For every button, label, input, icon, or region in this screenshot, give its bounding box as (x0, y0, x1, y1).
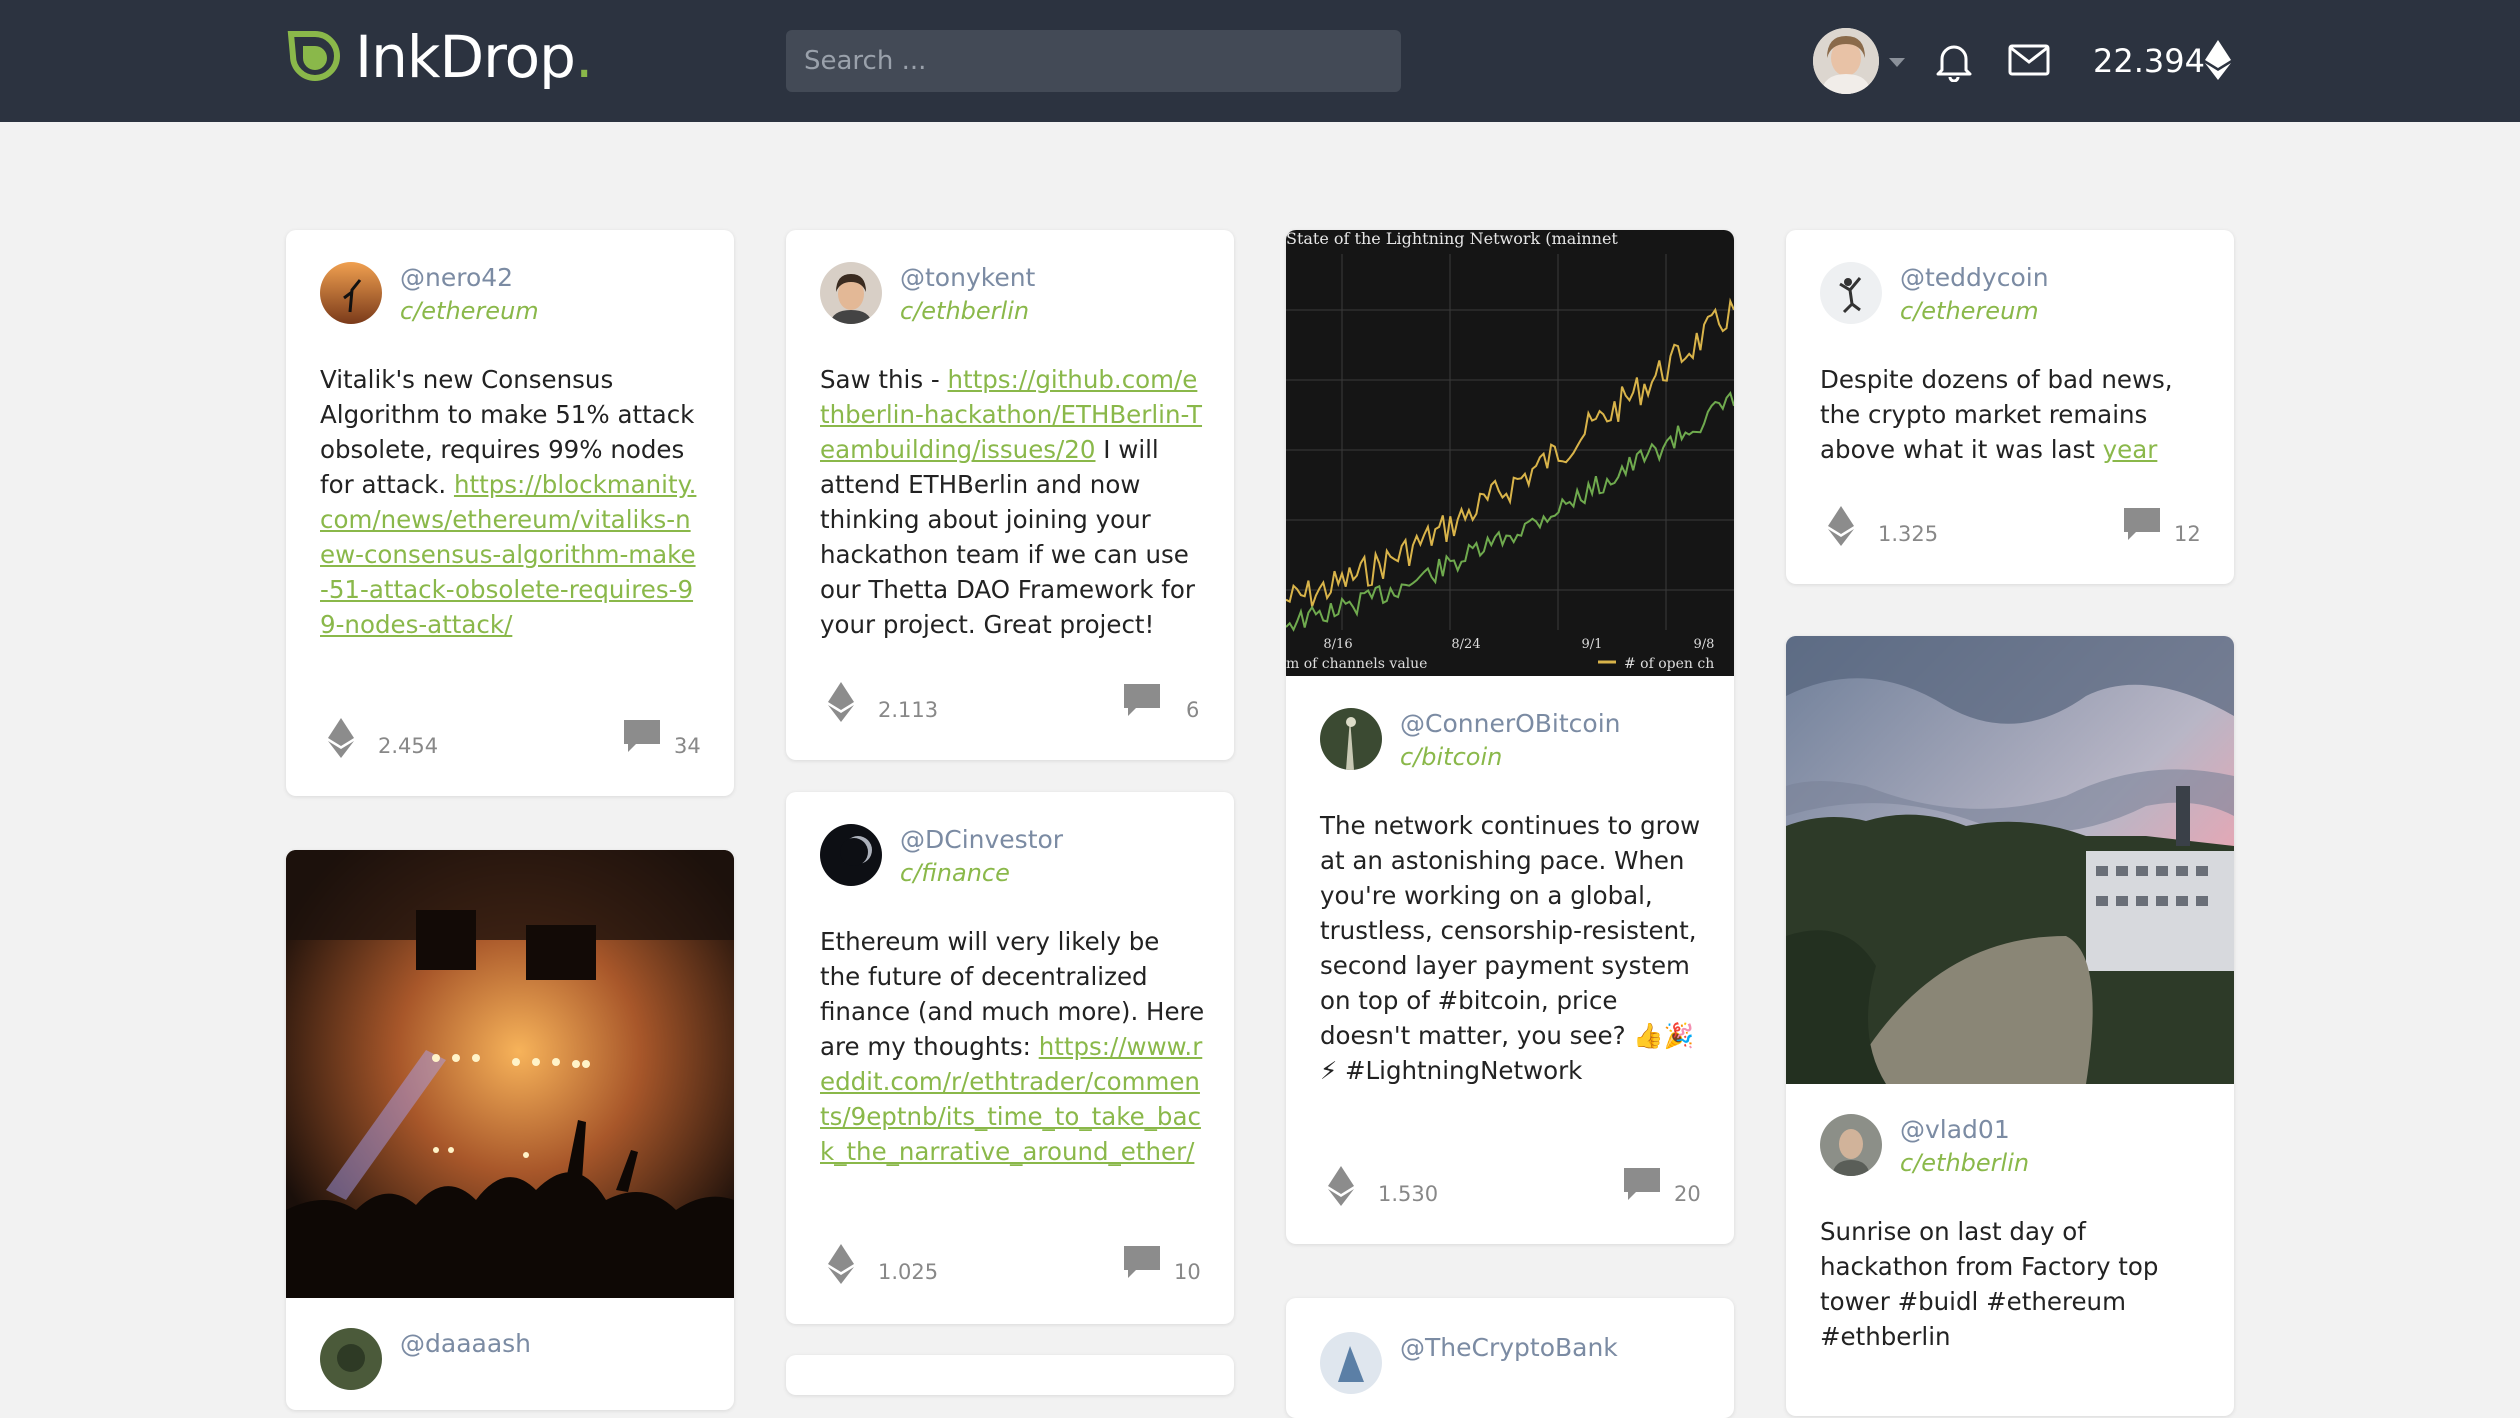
ethereum-vote-icon[interactable] (828, 1244, 854, 1284)
post-author[interactable]: @ConnerOBitcoin c/bitcoin (1320, 708, 1621, 774)
author-handle[interactable]: @TheCryptoBank (1400, 1332, 1618, 1364)
post-footer: 2.454 34 (328, 718, 701, 758)
bell-icon[interactable] (1934, 40, 1974, 82)
caret-down-icon[interactable] (1889, 58, 1905, 67)
post-author[interactable]: @DCinvestor c/finance (820, 824, 1063, 890)
community-link[interactable]: c/ethereum (400, 294, 539, 328)
community-link[interactable]: c/ethereum (1900, 294, 2049, 328)
logo-text: InkDrop (355, 23, 576, 91)
ethereum-vote-icon[interactable] (328, 718, 354, 758)
author-avatar[interactable] (1820, 1114, 1882, 1176)
author-avatar[interactable] (320, 1328, 382, 1390)
comment-icon[interactable] (1122, 1244, 1162, 1280)
top-navigation-bar: InkDrop. 22.394 (0, 0, 2520, 122)
author-avatar[interactable] (1320, 1332, 1382, 1394)
community-link[interactable]: c/finance (900, 856, 1063, 890)
logo-drop-icon (287, 31, 340, 81)
author-avatar[interactable] (1820, 262, 1882, 324)
ethereum-icon (2205, 40, 2231, 80)
comment-count: 10 (1174, 1260, 1201, 1284)
post-text: Sunrise on last day of hackathon from Fa… (1820, 1217, 2159, 1351)
comment-count: 20 (1674, 1182, 1701, 1206)
post-card[interactable]: State of the Lightning Network (mainnet … (1286, 230, 1734, 1244)
post-card[interactable]: @TheCryptoBank (1286, 1298, 1734, 1418)
vote-count: 2.454 (378, 734, 439, 758)
post-card[interactable]: @DCinvestor c/finance Ethereum will very… (786, 792, 1234, 1324)
post-author[interactable]: @daaaash (320, 1328, 531, 1390)
author-avatar[interactable] (820, 824, 882, 886)
post-author[interactable]: @vlad01 c/ethberlin (1820, 1114, 2029, 1180)
comment-icon[interactable] (2122, 506, 2162, 542)
sunrise-photo[interactable] (1786, 636, 2234, 1084)
ethereum-vote-icon[interactable] (1828, 506, 1854, 546)
post-author[interactable]: @TheCryptoBank (1320, 1332, 1618, 1394)
logo-dot: . (575, 23, 593, 91)
post-text: Vitalik's new Consensus Algorithm to mak… (320, 365, 697, 639)
comment-icon[interactable] (1622, 1166, 1662, 1202)
post-text: Despite dozens of bad news, the crypto m… (1820, 365, 2173, 464)
post-footer: 2.113 6 (828, 682, 1200, 722)
comment-count: 6 (1186, 698, 1200, 722)
community-link[interactable]: c/bitcoin (1400, 740, 1621, 774)
post-card[interactable]: @vlad01 c/ethberlin Sunrise on last day … (1786, 636, 2234, 1416)
post-card[interactable] (786, 1355, 1234, 1395)
chart-tick-label: 8/24 (1451, 637, 1480, 652)
legend-label-value: m of channels value (1286, 656, 1427, 672)
post-text: Ethereum will very likely be the future … (820, 927, 1205, 1166)
post-card[interactable]: @daaaash (286, 850, 734, 1410)
chart-tick-label: 8/16 (1323, 637, 1352, 652)
author-handle[interactable]: @teddycoin (1900, 262, 2049, 294)
vote-count: 1.025 (878, 1260, 939, 1284)
inkdrop-logo[interactable]: InkDrop. (283, 28, 593, 86)
community-link[interactable]: c/ethberlin (1900, 1146, 2029, 1180)
author-handle[interactable]: @tonykent (900, 262, 1035, 294)
post-card[interactable]: @teddycoin c/ethereum Despite dozens of … (1786, 230, 2234, 584)
author-avatar[interactable] (1320, 708, 1382, 770)
post-card[interactable]: @tonykent c/ethberlin Saw this - https:/… (786, 230, 1234, 760)
post-link[interactable]: year (2103, 435, 2158, 464)
post-footer: 1.025 10 (828, 1244, 1201, 1284)
community-link[interactable]: c/ethberlin (900, 294, 1035, 328)
post-text: Saw this - https://github.com/ethberlin-… (820, 365, 1203, 639)
concert-photo[interactable] (286, 850, 734, 1298)
mail-icon[interactable] (2008, 44, 2050, 76)
legend-label-channels: # of open ch (1624, 656, 1714, 672)
comment-icon[interactable] (1122, 682, 1162, 718)
post-author[interactable]: @nero42 c/ethereum (320, 262, 539, 328)
chart-title: State of the Lightning Network (mainnet (1286, 230, 1618, 248)
avatar-image (1813, 28, 1879, 94)
author-avatar[interactable] (820, 262, 882, 324)
post-text: The network continues to grow at an asto… (1320, 811, 1701, 1085)
vote-count: 1.530 (1378, 1182, 1439, 1206)
comment-count: 12 (2174, 522, 2201, 546)
chart-tick-label: 9/8 (1694, 637, 1715, 652)
author-handle[interactable]: @ConnerOBitcoin (1400, 708, 1621, 740)
post-footer: 1.325 12 (1828, 506, 2201, 546)
comment-icon[interactable] (622, 718, 662, 754)
ethereum-vote-icon[interactable] (1328, 1166, 1354, 1206)
author-handle[interactable]: @vlad01 (1900, 1114, 2029, 1146)
post-author[interactable]: @teddycoin c/ethereum (1820, 262, 2049, 328)
user-avatar[interactable] (1813, 28, 1879, 94)
author-handle[interactable]: @DCinvestor (900, 824, 1063, 856)
post-card[interactable]: @nero42 c/ethereum Vitalik's new Consens… (286, 230, 734, 796)
ethereum-vote-icon[interactable] (828, 682, 854, 722)
comment-count: 34 (674, 734, 701, 758)
author-avatar[interactable] (320, 262, 382, 324)
vote-count: 2.113 (878, 698, 939, 722)
chart-tick-label: 9/1 (1582, 637, 1603, 652)
wallet-balance[interactable]: 22.394 (2093, 42, 2205, 80)
post-footer: 1.530 20 (1328, 1166, 1701, 1206)
lightning-network-chart[interactable]: State of the Lightning Network (mainnet … (1286, 230, 1734, 676)
vote-count: 1.325 (1878, 522, 1939, 546)
search-input[interactable] (786, 30, 1401, 92)
author-handle[interactable]: @nero42 (400, 262, 539, 294)
post-author[interactable]: @tonykent c/ethberlin (820, 262, 1035, 328)
author-handle[interactable]: @daaaash (400, 1328, 531, 1360)
